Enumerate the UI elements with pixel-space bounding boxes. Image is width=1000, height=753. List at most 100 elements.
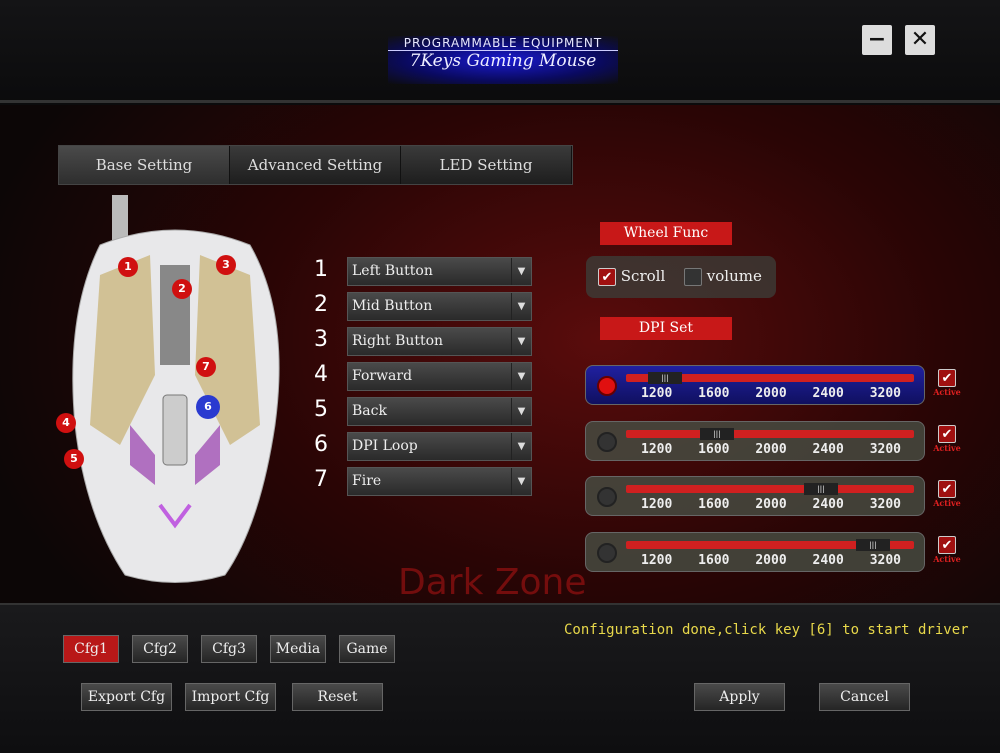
dpi-slider[interactable]: ||| (626, 539, 914, 551)
button-number: 4 (314, 362, 328, 387)
tab-advanced-setting[interactable]: Advanced Setting (230, 146, 401, 184)
dpi-radio[interactable] (597, 543, 617, 563)
dpi-tick: 1600 (698, 497, 730, 512)
button-number: 2 (314, 292, 328, 317)
marker-7: 7 (196, 357, 216, 377)
dpi-active-toggle[interactable]: ✔ Active (930, 478, 964, 508)
button-3-dropdown[interactable]: Right Button ▼ (347, 327, 532, 356)
mouse-illustration (72, 195, 280, 583)
volume-option[interactable]: volume (684, 267, 762, 286)
dpi-tick: 2000 (755, 553, 787, 568)
dpi-row: ||| 1200 1600 2000 2400 3200 (585, 532, 925, 572)
dpi-tick: 2400 (812, 497, 844, 512)
dpi-tick: 1200 (641, 553, 673, 568)
dropdown-value: Forward (352, 368, 413, 384)
dpi-row: ||| 1200 1600 2000 2400 3200 (585, 476, 925, 516)
cfg-button-cfg3[interactable]: Cfg3 (201, 635, 257, 663)
dpi-tick: 1600 (698, 553, 730, 568)
active-label: Active (933, 386, 961, 397)
scroll-option[interactable]: ✔ Scroll (598, 267, 665, 286)
cfg-button-cfg1[interactable]: Cfg1 (63, 635, 119, 663)
dpi-set-label: DPI Set (600, 317, 732, 340)
wheel-func-label: Wheel Func (600, 222, 732, 245)
tab-base-setting[interactable]: Base Setting (59, 146, 230, 184)
active-checkbox[interactable]: ✔ (938, 424, 956, 443)
dpi-slider[interactable]: ||| (626, 483, 914, 495)
dpi-tick: 2000 (755, 442, 787, 457)
slider-thumb[interactable]: ||| (700, 428, 734, 440)
tab-bar: Base Setting Advanced Setting LED Settin… (58, 145, 573, 185)
tab-led-setting[interactable]: LED Setting (401, 146, 572, 184)
button-7-dropdown[interactable]: Fire ▼ (347, 467, 532, 496)
watermark: Dark Zone (398, 562, 587, 603)
mouse-image: 1 2 3 4 5 6 7 (56, 195, 290, 589)
dpi-ticks: 1200 1600 2000 2400 3200 (641, 442, 901, 457)
dpi-active-toggle[interactable]: ✔ Active (930, 423, 964, 453)
active-checkbox[interactable]: ✔ (938, 368, 956, 387)
chevron-down-icon[interactable]: ▼ (511, 433, 531, 460)
chevron-down-icon[interactable]: ▼ (511, 398, 531, 425)
marker-1: 1 (118, 257, 138, 277)
wheel-func-panel: ✔ Scroll volume (586, 256, 776, 298)
slider-thumb[interactable]: ||| (856, 539, 890, 551)
dpi-radio[interactable] (597, 487, 617, 507)
reset-button[interactable]: Reset (292, 683, 383, 711)
dpi-tick: 1600 (698, 386, 730, 401)
dropdown-value: Right Button (352, 333, 444, 349)
button-1-dropdown[interactable]: Left Button ▼ (347, 257, 532, 286)
dropdown-value: Back (352, 403, 387, 419)
import-cfg-button[interactable]: Import Cfg (185, 683, 276, 711)
slider-thumb[interactable]: ||| (804, 483, 838, 495)
dpi-radio[interactable] (597, 432, 617, 452)
chevron-down-icon[interactable]: ▼ (511, 328, 531, 355)
dropdown-value: DPI Loop (352, 438, 418, 454)
dropdown-value: Fire (352, 473, 382, 489)
apply-button[interactable]: Apply (694, 683, 785, 711)
dpi-ticks: 1200 1600 2000 2400 3200 (641, 553, 901, 568)
dpi-row: ||| 1200 1600 2000 2400 3200 (585, 365, 925, 405)
cfg-button-media[interactable]: Media (270, 635, 326, 663)
dpi-tick: 1200 (641, 497, 673, 512)
dpi-ticks: 1200 1600 2000 2400 3200 (641, 386, 901, 401)
dpi-active-toggle[interactable]: ✔ Active (930, 534, 964, 564)
close-button[interactable]: ✕ (905, 25, 935, 55)
cancel-button[interactable]: Cancel (819, 683, 910, 711)
cfg-button-cfg2[interactable]: Cfg2 (132, 635, 188, 663)
chevron-down-icon[interactable]: ▼ (511, 293, 531, 320)
marker-3: 3 (216, 255, 236, 275)
active-label: Active (933, 553, 961, 564)
dpi-tick: 1200 (641, 442, 673, 457)
button-4-dropdown[interactable]: Forward ▼ (347, 362, 532, 391)
dpi-ticks: 1200 1600 2000 2400 3200 (641, 497, 901, 512)
dpi-slider[interactable]: ||| (626, 428, 914, 440)
dpi-tick: 2400 (812, 442, 844, 457)
button-number: 7 (314, 467, 328, 492)
export-cfg-button[interactable]: Export Cfg (81, 683, 172, 711)
button-5-dropdown[interactable]: Back ▼ (347, 397, 532, 426)
button-number: 6 (314, 432, 328, 457)
marker-4: 4 (56, 413, 76, 433)
volume-checkbox[interactable] (684, 268, 702, 286)
active-label: Active (933, 497, 961, 508)
minimize-button[interactable]: − (862, 25, 892, 55)
chevron-down-icon[interactable]: ▼ (511, 363, 531, 390)
dpi-active-toggle[interactable]: ✔ Active (930, 367, 964, 397)
slider-thumb[interactable]: ||| (648, 372, 682, 384)
scroll-checkbox[interactable]: ✔ (598, 268, 616, 286)
cfg-button-game[interactable]: Game (339, 635, 395, 663)
app-title: PROGRAMMABLE EQUIPMENT 7Keys Gaming Mous… (388, 36, 618, 84)
dpi-tick: 3200 (869, 497, 901, 512)
button-number: 5 (314, 397, 328, 422)
active-checkbox[interactable]: ✔ (938, 535, 956, 554)
dropdown-value: Mid Button (352, 298, 433, 314)
button-6-dropdown[interactable]: DPI Loop ▼ (347, 432, 532, 461)
dpi-tick: 2000 (755, 497, 787, 512)
active-checkbox[interactable]: ✔ (938, 479, 956, 498)
dpi-slider[interactable]: ||| (626, 372, 914, 384)
title-line1: PROGRAMMABLE EQUIPMENT (388, 36, 618, 51)
scroll-label: Scroll (620, 267, 666, 285)
chevron-down-icon[interactable]: ▼ (511, 258, 531, 285)
button-2-dropdown[interactable]: Mid Button ▼ (347, 292, 532, 321)
chevron-down-icon[interactable]: ▼ (511, 468, 531, 495)
dpi-radio[interactable] (597, 376, 617, 396)
